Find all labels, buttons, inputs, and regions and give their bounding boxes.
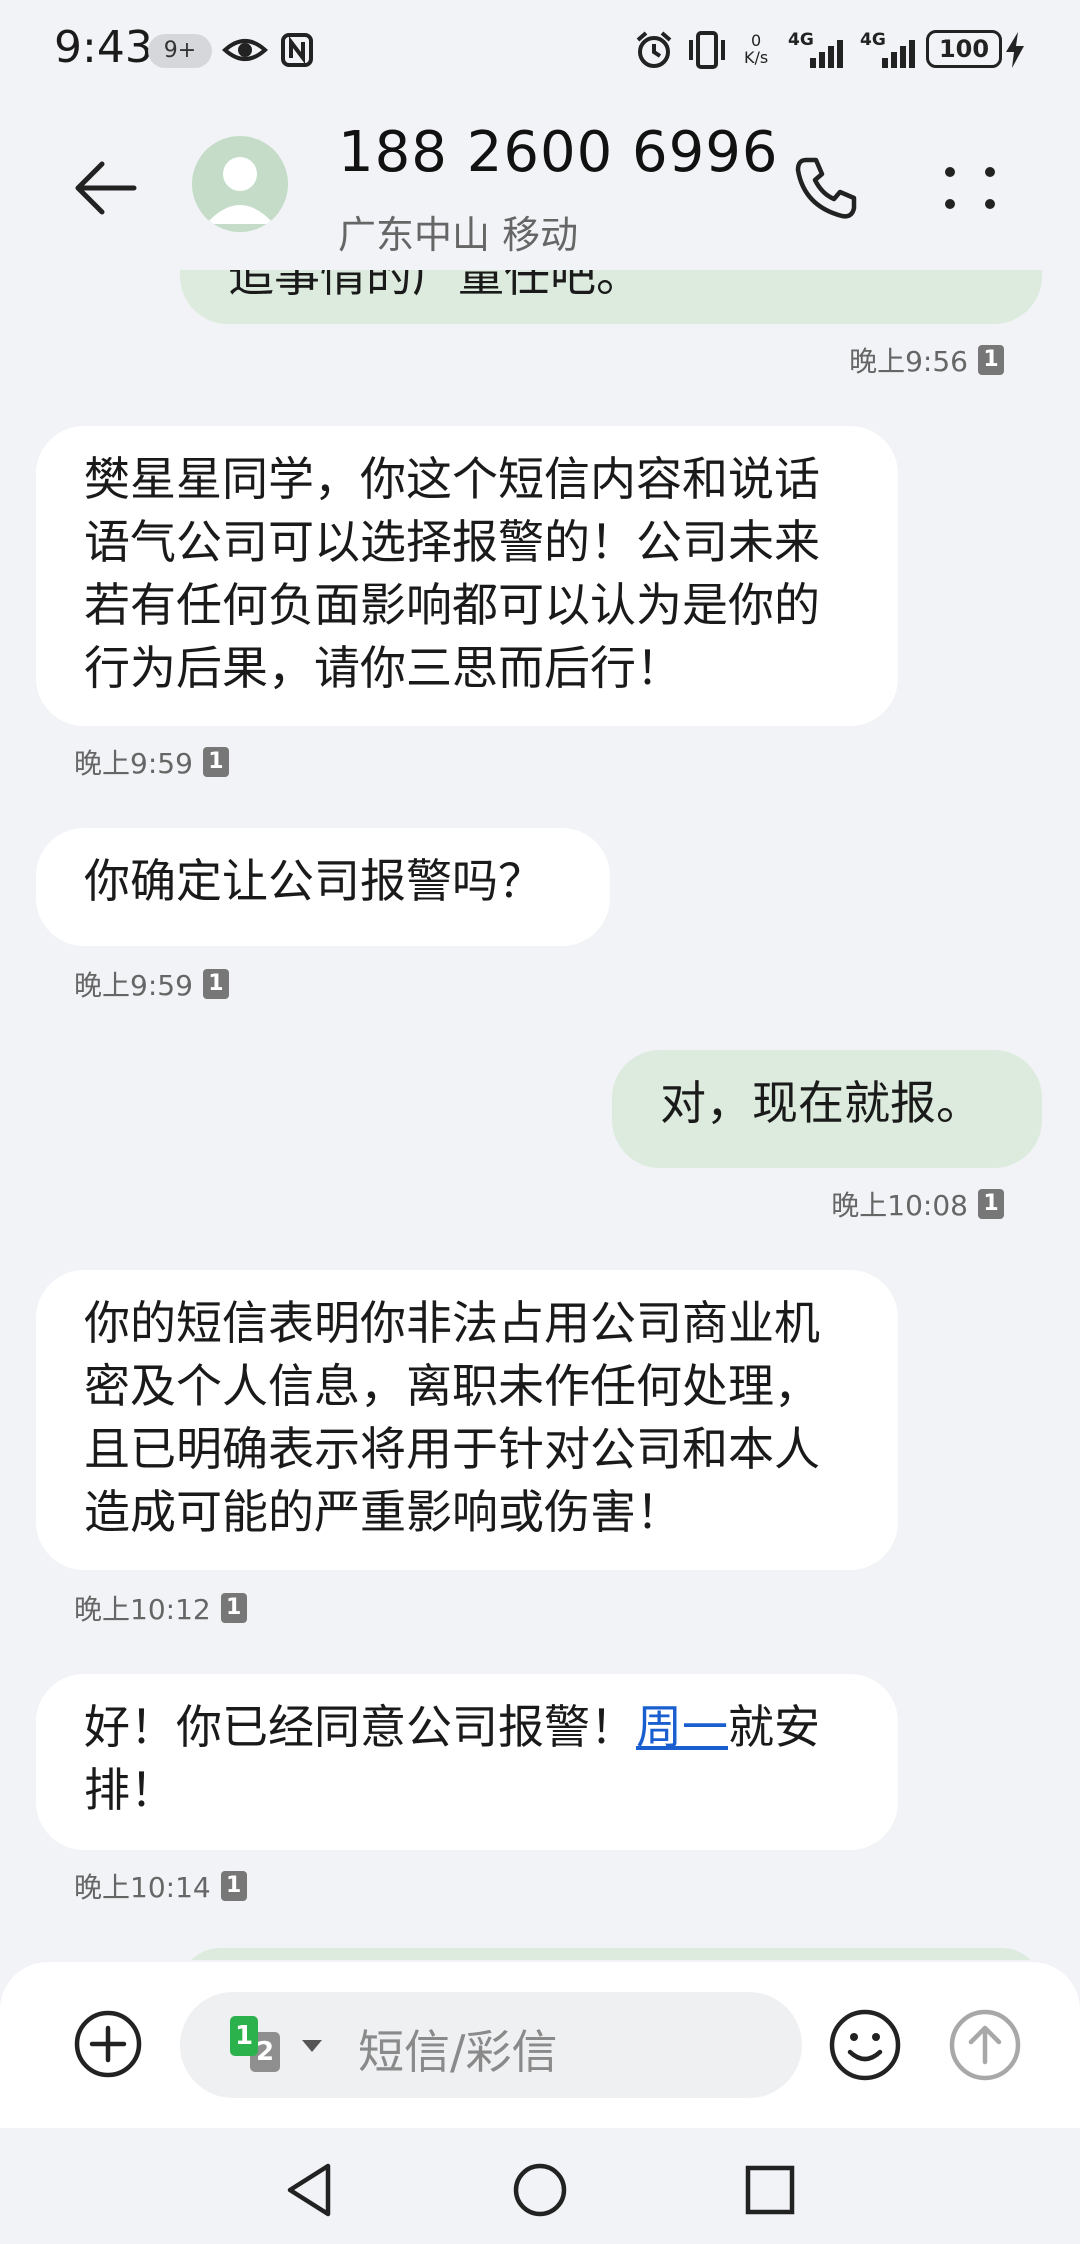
message-time: 晚上10:08 — [831, 1189, 968, 1222]
message-meta: 晚上9:59 1 — [74, 742, 229, 782]
date-link[interactable]: 周一 — [636, 1700, 728, 1754]
message-line: 排！ — [84, 1763, 176, 1817]
message-bubble-received[interactable]: 你确定让公司报警吗？ — [36, 828, 610, 946]
message-bubble-received[interactable]: 好！你已经同意公司报警！周一就安 排！ — [36, 1674, 898, 1850]
sim-card-icon: 1 — [978, 1189, 1004, 1219]
message-line: 对，现在就报。 — [660, 1076, 982, 1130]
sim-card-icon: 1 — [202, 747, 229, 777]
message-text: 就安 — [728, 1700, 820, 1754]
back-arrow-icon[interactable] — [68, 150, 144, 226]
message-time: 晚上9:59 — [74, 747, 193, 780]
message-line: 行为后果，请你三思而后行！ — [84, 641, 682, 695]
message-line: 语气公司可以选择报警的！公司未来 — [84, 515, 820, 569]
input-placeholder: 短信/彩信 — [358, 2025, 558, 2079]
message-meta: 晚上10:12 1 — [74, 1588, 247, 1628]
back-icon[interactable] — [278, 2158, 342, 2222]
message-bubble-received[interactable]: 樊星星同学，你这个短信内容和说话 语气公司可以选择报警的！公司未来 若有任何负面… — [36, 426, 898, 726]
message-line: 你的短信表明你非法占用公司商业机 — [84, 1296, 820, 1350]
message-time: 晚上10:14 — [74, 1871, 211, 1904]
message-meta: 晚上9:56 1 — [849, 340, 1004, 380]
sim-card-icon: 1 — [202, 969, 229, 999]
message-bubble-sent[interactable]: 对，现在就报。 — [612, 1050, 1042, 1168]
sim-card-icon: 1 — [978, 345, 1004, 375]
emoji-icon[interactable] — [826, 2006, 904, 2084]
home-icon[interactable] — [508, 2158, 572, 2222]
message-line: 你确定让公司报警吗？ — [84, 854, 544, 908]
message-meta: 晚上10:14 1 — [74, 1866, 247, 1906]
message-text: 好！你已经同意公司报警！ — [84, 1700, 636, 1754]
chevron-down-icon — [302, 2040, 322, 2052]
sim-primary: 1 — [230, 2016, 258, 2056]
contact-number[interactable]: 188 2600 6996 — [338, 120, 779, 185]
contact-location: 广东中山 移动 — [338, 213, 579, 257]
message-input[interactable]: 2 1 短信/彩信 — [180, 1992, 802, 2098]
avatar-icon[interactable] — [192, 136, 288, 232]
sim-select-icon[interactable]: 2 1 — [230, 2016, 322, 2076]
sim-card-icon: 1 — [220, 1593, 247, 1623]
message-line: 密及个人信息，离职未作任何处理， — [84, 1359, 820, 1413]
message-composer: 2 1 短信/彩信 — [0, 1962, 1080, 2128]
message-line: 好！你已经同意公司报警！周一就安 — [84, 1696, 850, 1759]
message-bubble-received[interactable]: 你的短信表明你非法占用公司商业机 密及个人信息，离职未作任何处理， 且已明确表示… — [36, 1270, 898, 1570]
send-icon[interactable] — [946, 2006, 1024, 2084]
add-icon[interactable] — [72, 2008, 144, 2080]
message-meta: 晚上9:59 1 — [74, 964, 229, 1004]
system-nav-bar — [0, 2128, 1080, 2244]
message-bubble-sent[interactable] — [180, 1948, 1042, 1960]
sim-card-icon: 1 — [220, 1871, 247, 1901]
message-line: 若有任何负面影响都可以认为是你的 — [84, 578, 820, 632]
message-line: 造成可能的严重影响或伤害！ — [84, 1485, 682, 1539]
conversation-header: 188 2600 6996 广东中山 移动 — [0, 100, 1080, 270]
message-meta: 晚上10:08 1 — [831, 1184, 1004, 1224]
message-time: 晚上10:12 — [74, 1593, 211, 1626]
message-thread[interactable]: 追事情的广量任吧。 晚上9:56 1 樊星星同学，你这个短信内容和说话 语气公司… — [0, 0, 1080, 1960]
more-icon[interactable] — [940, 152, 1000, 224]
message-time: 晚上9:59 — [74, 969, 193, 1002]
recents-icon[interactable] — [738, 2158, 802, 2222]
phone-icon[interactable] — [790, 152, 862, 224]
message-time: 晚上9:56 — [849, 345, 968, 378]
message-line: 樊星星同学，你这个短信内容和说话 — [84, 452, 820, 506]
message-line: 且已明确表示将用于针对公司和本人 — [84, 1422, 820, 1476]
